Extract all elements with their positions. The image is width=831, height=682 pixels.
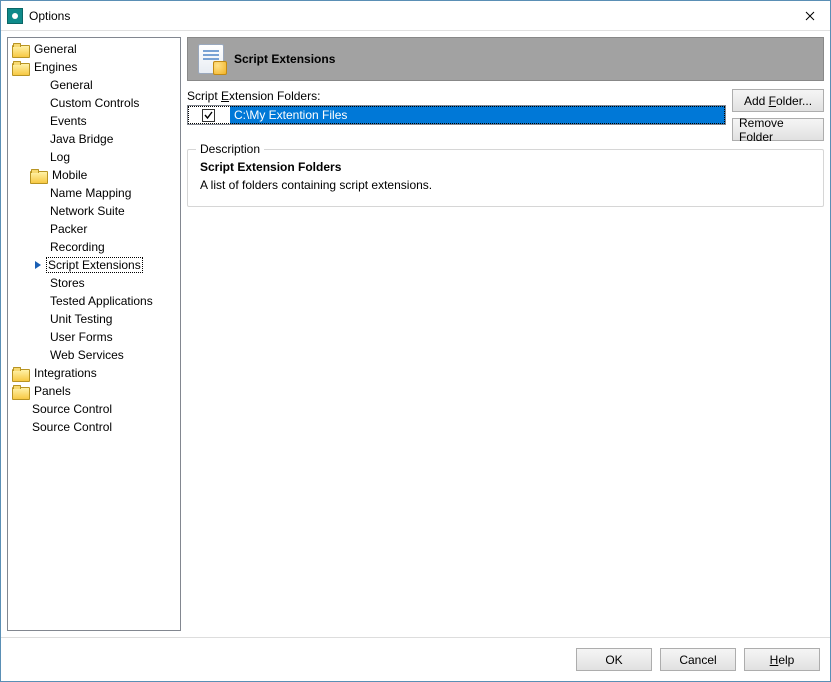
folder-checkbox-cell[interactable]: [188, 109, 230, 122]
tree-item-general[interactable]: General: [8, 40, 180, 58]
tree-item-log[interactable]: Log: [8, 148, 180, 166]
tree-item-stores[interactable]: Stores: [8, 274, 180, 292]
tree-item-label: Network Suite: [48, 204, 127, 218]
tree-item-label: Unit Testing: [48, 312, 114, 326]
tree-item-label: Events: [48, 114, 89, 128]
titlebar: Options: [1, 1, 830, 31]
description-body: A list of folders containing script exte…: [200, 178, 811, 192]
script-extensions-icon: [198, 44, 224, 74]
tree-item-network-suite[interactable]: Network Suite: [8, 202, 180, 220]
checkbox-icon[interactable]: [202, 109, 215, 122]
tree-item-source-control[interactable]: Source Control: [8, 418, 180, 436]
add-folder-button[interactable]: Add Folder...: [732, 89, 824, 112]
tree-item-label: Panels: [32, 384, 73, 398]
app-icon: [7, 8, 23, 24]
tree-item-label: Stores: [48, 276, 87, 290]
tree-item-tested-applications[interactable]: Tested Applications: [8, 292, 180, 310]
folder-row[interactable]: C:\My Extention Files: [188, 106, 725, 124]
tree-item-name-mapping[interactable]: Name Mapping: [8, 184, 180, 202]
side-buttons: Add Folder... Remove Folder: [732, 89, 824, 141]
folder-icon: [12, 61, 28, 74]
tree-item-label: Recording: [48, 240, 107, 254]
help-button[interactable]: Help: [744, 648, 820, 671]
tree-item-label: Source Control: [30, 420, 114, 434]
tree-item-label: Source Control: [30, 402, 114, 416]
tree-item-general[interactable]: General: [8, 76, 180, 94]
tree-item-label: General: [32, 42, 79, 56]
cancel-button[interactable]: Cancel: [660, 648, 736, 671]
tree-item-user-forms[interactable]: User Forms: [8, 328, 180, 346]
content-pane: Script Extensions Script Extension Folde…: [187, 37, 824, 631]
folders-label: Script Extension Folders:: [187, 89, 726, 103]
options-dialog: Options General Engines General Custom Cont…: [0, 0, 831, 682]
tree-item-label: Script Extensions: [46, 257, 143, 273]
window-title: Options: [29, 9, 790, 23]
tree-item-unit-testing[interactable]: Unit Testing: [8, 310, 180, 328]
tree-item-web-services[interactable]: Web Services: [8, 346, 180, 364]
tree-item-label: General: [48, 78, 95, 92]
tree-item-source-control[interactable]: Source Control: [8, 400, 180, 418]
tree-item-label: Mobile: [50, 168, 89, 182]
tree-item-label: Log: [48, 150, 72, 164]
pointer-icon: [34, 260, 44, 270]
folders-row: Script Extension Folders: C:\My Extentio…: [187, 89, 824, 141]
tree-item-label: User Forms: [48, 330, 115, 344]
ok-button[interactable]: OK: [576, 648, 652, 671]
description-box: Description Script Extension Folders A l…: [187, 149, 824, 207]
description-legend: Description: [196, 142, 264, 156]
folders-list[interactable]: C:\My Extention Files: [187, 105, 726, 125]
folders-box: Script Extension Folders: C:\My Extentio…: [187, 89, 726, 125]
tree-item-engines[interactable]: Engines: [8, 58, 180, 76]
tree-item-label: Engines: [32, 60, 79, 74]
tree-item-java-bridge[interactable]: Java Bridge: [8, 130, 180, 148]
tree-item-events[interactable]: Events: [8, 112, 180, 130]
tree-item-label: Custom Controls: [48, 96, 141, 110]
folder-icon: [12, 367, 28, 380]
folder-path: C:\My Extention Files: [230, 106, 725, 124]
tree-item-label: Java Bridge: [48, 132, 115, 146]
tree-item-script-extensions[interactable]: Script Extensions: [8, 256, 180, 274]
close-button[interactable]: [790, 2, 830, 30]
tree-item-packer[interactable]: Packer: [8, 220, 180, 238]
folder-icon: [12, 43, 28, 56]
tree-item-recording[interactable]: Recording: [8, 238, 180, 256]
remove-folder-button[interactable]: Remove Folder: [732, 118, 824, 141]
dialog-footer: OK Cancel Help: [1, 637, 830, 681]
tree-item-panels[interactable]: Panels: [8, 382, 180, 400]
tree-item-mobile[interactable]: Mobile: [8, 166, 180, 184]
tree-item-label: Name Mapping: [48, 186, 133, 200]
tree-item-custom-controls[interactable]: Custom Controls: [8, 94, 180, 112]
folder-icon: [30, 169, 46, 182]
tree-item-label: Packer: [48, 222, 89, 236]
tree-item-label: Tested Applications: [48, 294, 155, 308]
dialog-body: General Engines General Custom Controls Even…: [1, 31, 830, 637]
section-title: Script Extensions: [234, 52, 335, 66]
nav-tree[interactable]: General Engines General Custom Controls Even…: [7, 37, 181, 631]
tree-item-integrations[interactable]: Integrations: [8, 364, 180, 382]
section-header: Script Extensions: [187, 37, 824, 81]
tree-item-label: Integrations: [32, 366, 99, 380]
tree-item-label: Web Services: [48, 348, 126, 362]
folder-icon: [12, 385, 28, 398]
description-title: Script Extension Folders: [200, 160, 811, 174]
